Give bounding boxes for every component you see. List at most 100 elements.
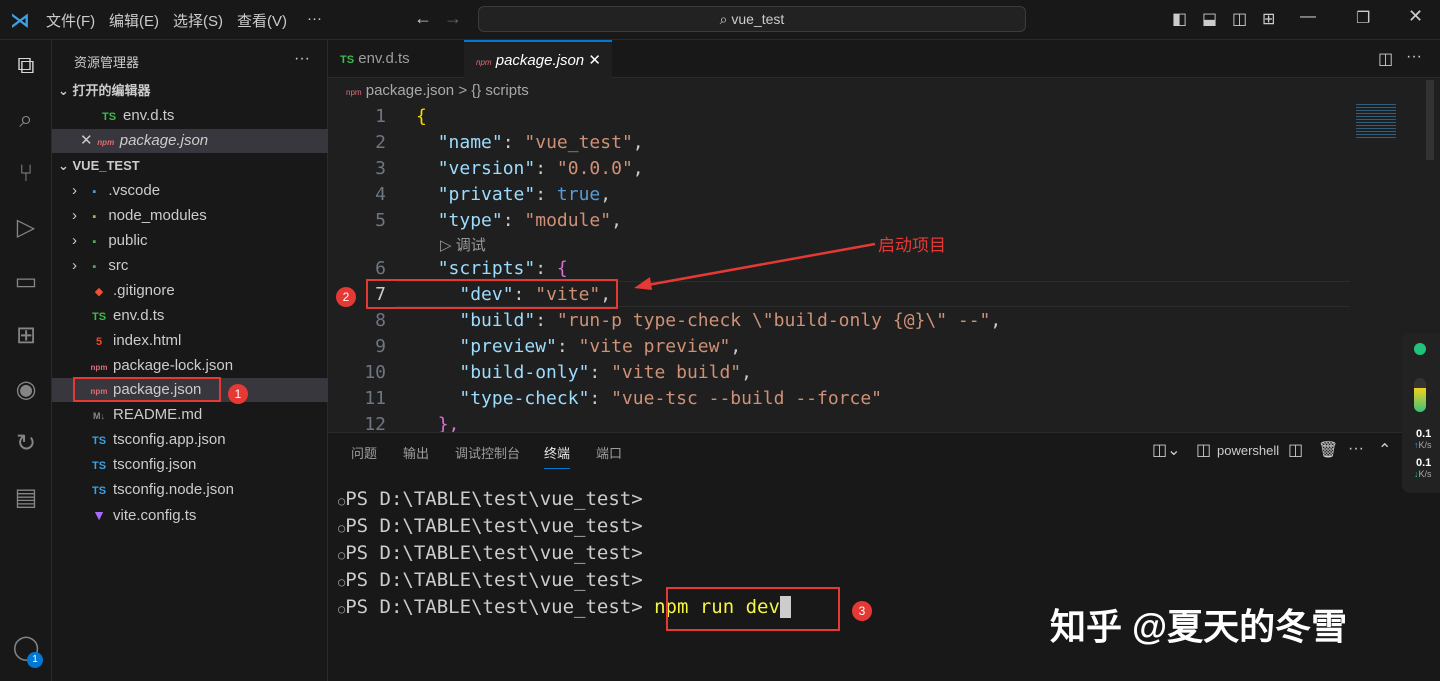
extensions-icon[interactable]: ⊞ [8, 318, 44, 354]
editor-scrollbar[interactable] [1426, 80, 1434, 160]
restore-icon[interactable]: ❐ [1356, 8, 1370, 28]
trash-icon[interactable]: 🗑 [1318, 440, 1338, 460]
html-file-icon: 5 [95, 336, 103, 348]
remote-explorer-icon[interactable]: ▭ [8, 264, 44, 300]
file-gitignore[interactable]: ◆ .gitignore [52, 279, 328, 303]
panel-more-icon[interactable]: ··· [1348, 440, 1364, 458]
npm-file-icon: npm [346, 88, 362, 97]
close-tab-icon[interactable]: ✕ [588, 52, 601, 69]
highlight-command [666, 587, 840, 631]
step-badge-1: 1 [228, 384, 248, 404]
tab-debug-console[interactable]: 调试控制台 [455, 443, 520, 462]
close-window-icon[interactable]: ✕ [1408, 6, 1423, 27]
title-bar: ⋊ 文件(F) 编辑(E) 选择(S) 查看(V) ··· ← → ⌕ vue_… [0, 0, 1440, 40]
folder-node-modules[interactable]: › ▪ node_modules [52, 204, 328, 228]
source-control-icon[interactable]: ⑂ [8, 156, 44, 192]
file-tsconfig[interactable]: TS tsconfig.json [52, 453, 328, 477]
folder-icon: ▪ [92, 186, 97, 198]
file-env[interactable]: TS env.d.ts [52, 304, 328, 328]
status-dot [1414, 343, 1426, 355]
git-file-icon: ◆ [94, 286, 104, 298]
file-tsconfig-app[interactable]: TS tsconfig.app.json [52, 428, 328, 452]
github-icon[interactable]: ◉ [8, 372, 44, 408]
tab-package-json[interactable]: npm package.json ✕ [464, 40, 612, 78]
editor-more-icon[interactable]: ··· [1406, 48, 1422, 66]
file-readme[interactable]: M↓ README.md [52, 403, 328, 427]
npm-file-icon: npm [476, 58, 492, 67]
annotation-label: 启动项目 [878, 236, 946, 255]
menu-selection[interactable]: 选择(S) [173, 10, 223, 31]
terminal-icon: ◫ [1196, 442, 1212, 459]
file-package-lock[interactable]: npm package-lock.json [52, 354, 328, 378]
network-monitor-widget: 0.1 ↑K/s 0.1 ↓K/s [1402, 333, 1440, 493]
ts-file-icon: TS [340, 54, 355, 66]
minimap[interactable] [1356, 104, 1396, 140]
customize-layout-icon[interactable]: ⊞ [1262, 9, 1275, 29]
tab-ports[interactable]: 端口 [596, 443, 622, 462]
explorer-title: 资源管理器 [74, 55, 140, 70]
step-badge-2: 2 [336, 287, 356, 307]
project-section[interactable]: ⌄ VUE_TEST [52, 154, 328, 178]
folder-icon: ▪ [92, 236, 97, 248]
minimize-icon[interactable]: — [1300, 8, 1316, 26]
editor-tabs: TS env.d.ts npm package.json ✕ ◫ ··· [328, 40, 1440, 78]
tab-env-d-ts[interactable]: TS env.d.ts [328, 40, 464, 78]
debug-codelens[interactable]: ▷ 调试 [440, 234, 486, 255]
explorer-icon[interactable]: ⧉ [8, 48, 44, 84]
menu-edit[interactable]: 编辑(E) [109, 10, 159, 31]
vite-file-icon: ▼ [92, 507, 106, 523]
tsconfig-file-icon: TS [91, 460, 107, 472]
back-icon[interactable]: ← [414, 8, 432, 29]
toggle-panel-icon[interactable]: ⬓ [1202, 9, 1217, 29]
file-index-html[interactable]: 5 index.html [52, 329, 328, 353]
live-share-icon[interactable]: ↻ [8, 426, 44, 462]
open-editor-env[interactable]: TS env.d.ts [52, 104, 328, 128]
new-terminal-split-icon[interactable]: ◫⌄ [1152, 440, 1181, 460]
folder-icon: ▪ [92, 261, 97, 273]
vscode-logo-icon: ⋊ [10, 10, 30, 32]
step-badge-3: 3 [852, 601, 872, 621]
menu-view[interactable]: 查看(V) [237, 10, 287, 31]
split-terminal-icon[interactable]: ◫ [1288, 440, 1303, 460]
highlight-dev-line [366, 279, 618, 309]
maximize-panel-icon[interactable]: ⌃ [1378, 440, 1391, 460]
tab-terminal[interactable]: 终端 [544, 443, 571, 469]
npm-file-icon: npm [97, 138, 115, 147]
folder-icon: ▪ [92, 211, 97, 223]
explorer-more-button[interactable]: ··· [294, 50, 310, 68]
tsconfig-file-icon: TS [91, 435, 107, 447]
search-icon[interactable]: ⌕ [8, 102, 44, 138]
usage-gauge [1414, 378, 1426, 412]
highlight-package-json [73, 377, 221, 402]
folder-public[interactable]: › ▪ public [52, 229, 328, 253]
explorer-sidebar: 资源管理器 ··· ⌄ 打开的编辑器 TS env.d.ts ✕ npm packa… [52, 40, 328, 681]
markdown-file-icon: M↓ [93, 411, 105, 421]
menu-more[interactable]: ··· [307, 10, 322, 27]
zhihu-watermark: 知乎 @夏天的冬雪 [1050, 606, 1348, 647]
toggle-sidebar-icon[interactable]: ◧ [1172, 9, 1187, 29]
annotation-arrow-icon [634, 242, 876, 290]
run-debug-icon[interactable]: ▷ [8, 210, 44, 246]
tsconfig-file-icon: TS [91, 485, 107, 497]
ts-file-icon: TS [101, 111, 117, 123]
split-editor-icon[interactable]: ◫ [1378, 49, 1393, 69]
open-editors-section[interactable]: ⌄ 打开的编辑器 [52, 79, 328, 103]
close-icon[interactable]: ✕ [80, 132, 97, 149]
terminal-shell-name[interactable]: powershell [1217, 443, 1279, 458]
open-editor-package[interactable]: ✕ npm package.json [52, 129, 328, 153]
tab-problems[interactable]: 问题 [351, 443, 377, 462]
docker-icon[interactable]: ▤ [8, 480, 44, 516]
folder-vscode[interactable]: › ▪ .vscode [52, 179, 328, 203]
toggle-secondary-sidebar-icon[interactable]: ◫ [1232, 9, 1247, 29]
ts-file-icon: TS [91, 311, 107, 323]
command-center-search[interactable]: ⌕ vue_test [478, 6, 1026, 32]
file-tsconfig-node[interactable]: TS tsconfig.node.json [52, 478, 328, 502]
file-vite-config[interactable]: ▼ vite.config.ts [52, 503, 328, 527]
tab-output[interactable]: 输出 [403, 443, 429, 462]
forward-icon[interactable]: → [444, 8, 462, 29]
account-badge: 1 [27, 652, 43, 668]
folder-src[interactable]: › ▪ src [52, 254, 328, 278]
menu-file[interactable]: 文件(F) [46, 10, 95, 31]
search-icon: ⌕ [719, 11, 732, 27]
breadcrumb: npm package.json > {} scripts [346, 82, 529, 99]
